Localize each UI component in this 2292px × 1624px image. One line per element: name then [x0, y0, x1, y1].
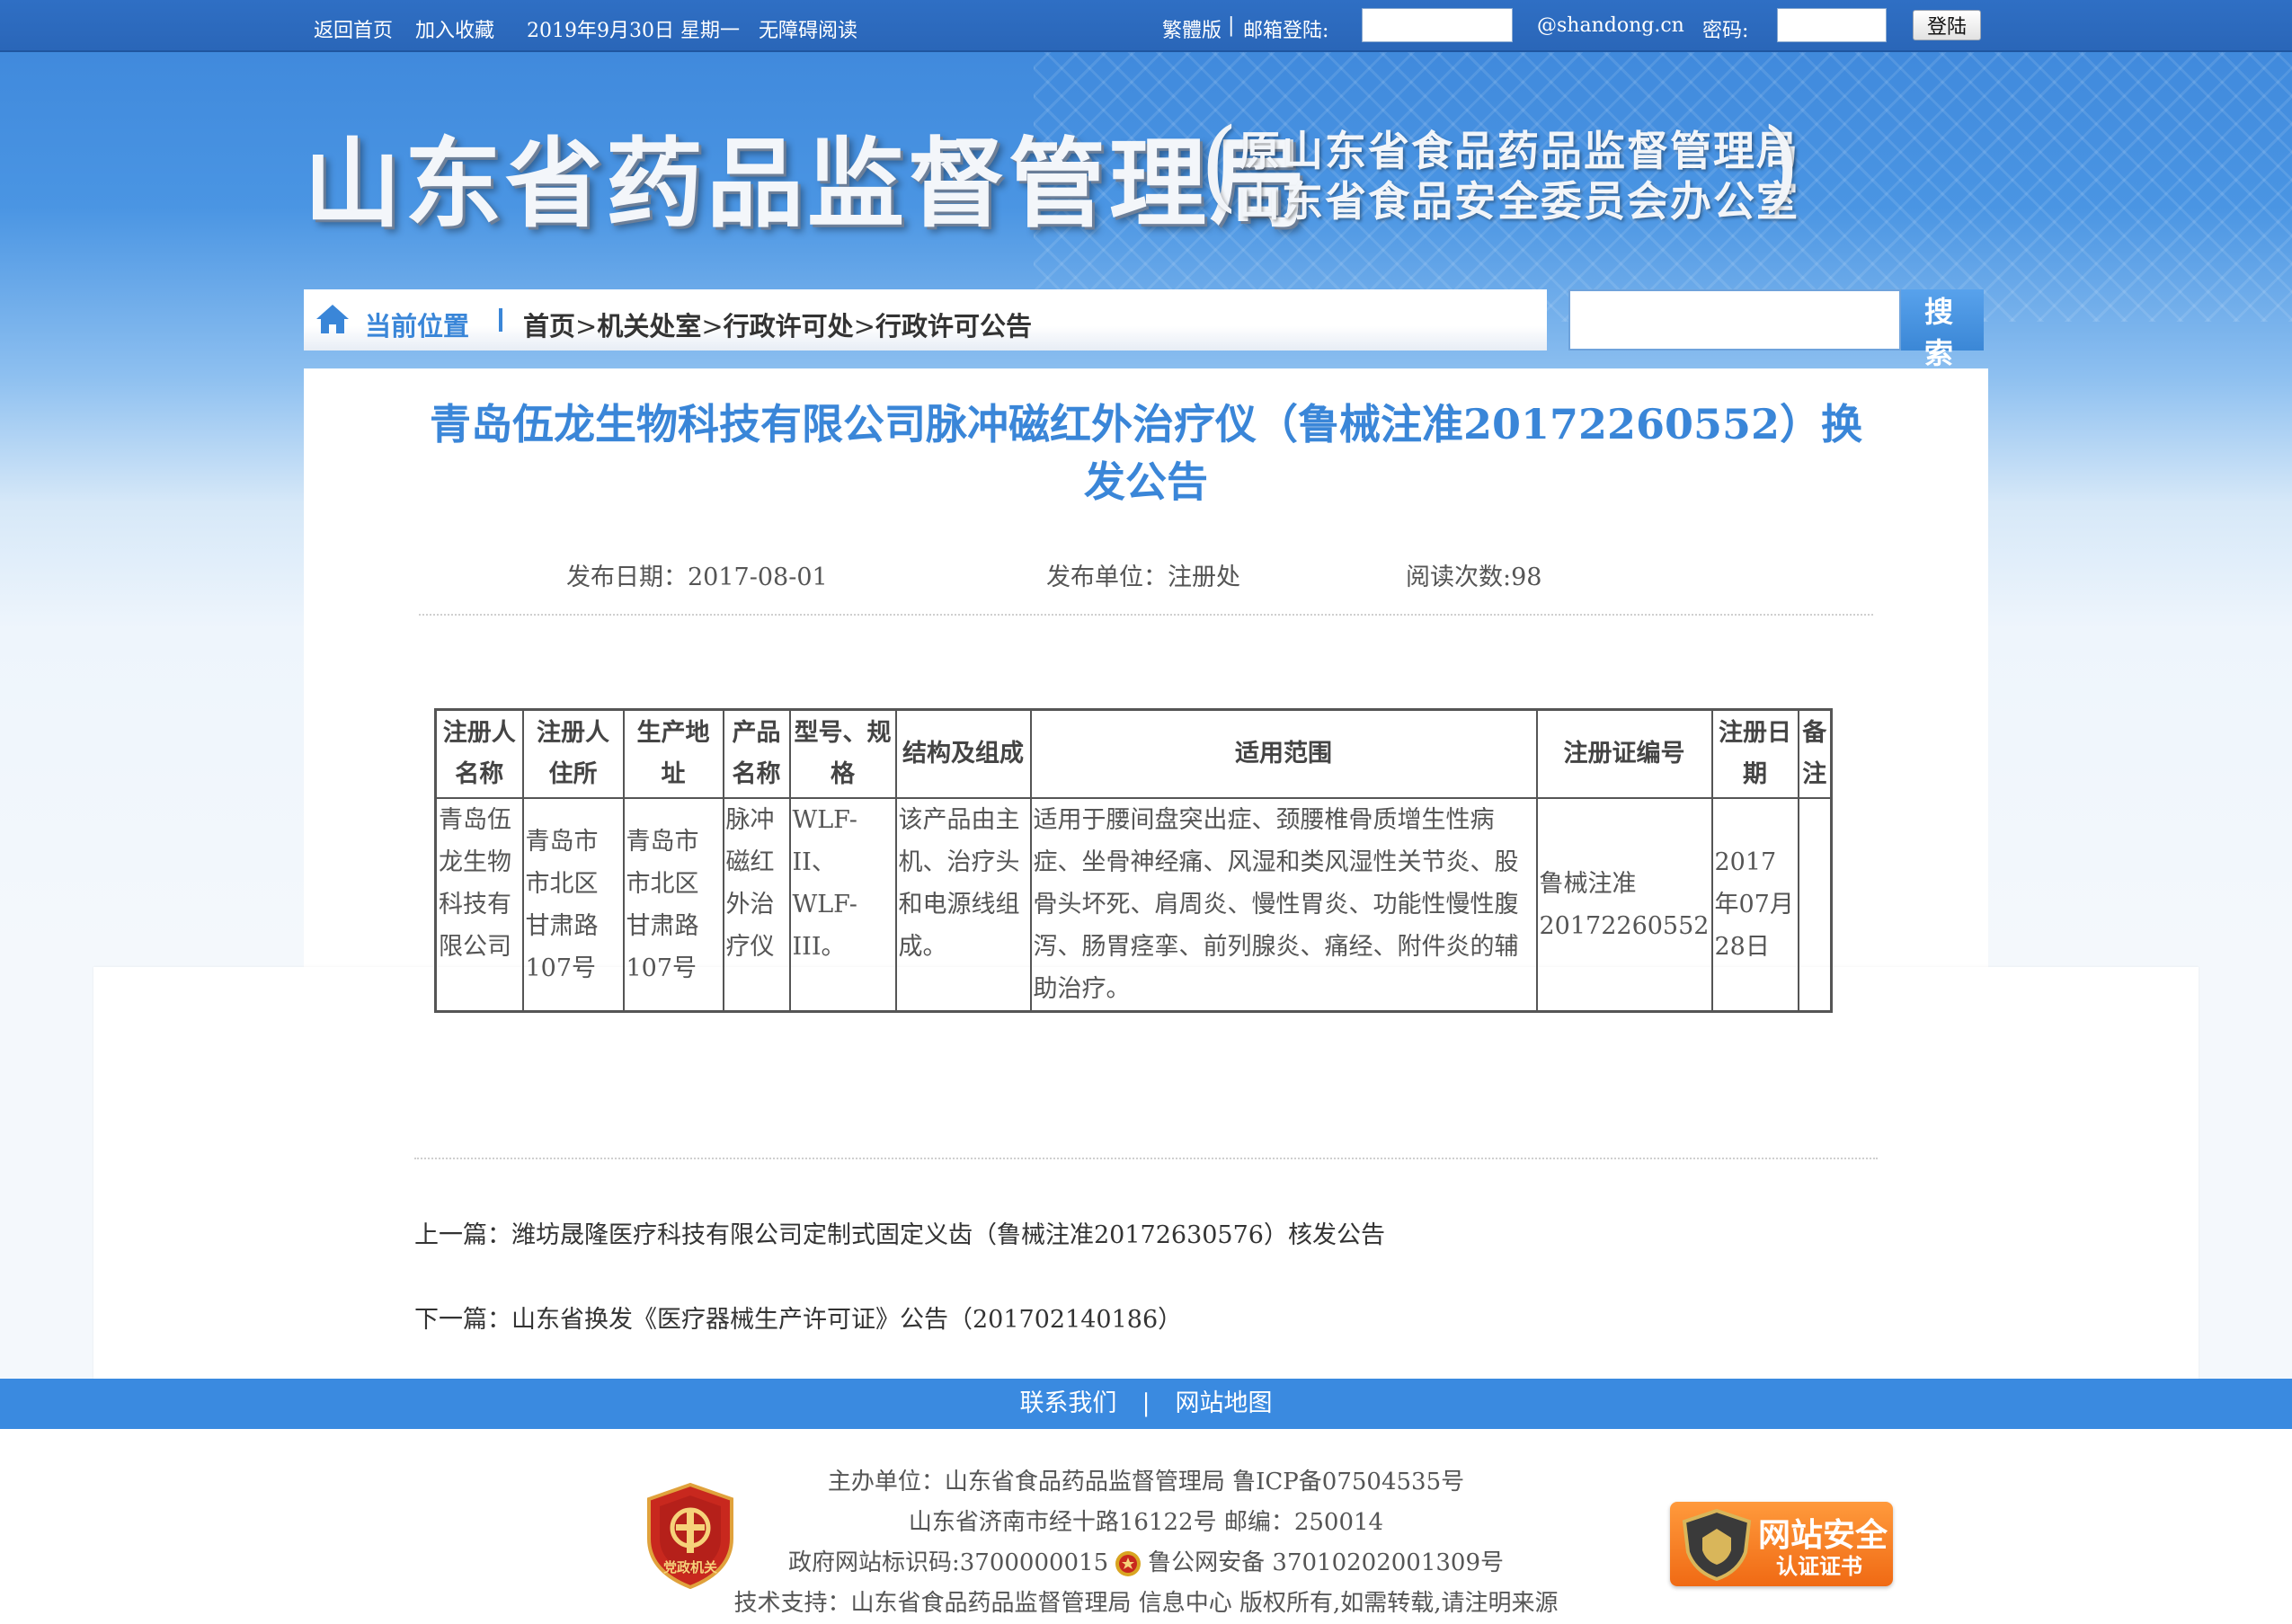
footer-nav-separator: |	[1142, 1389, 1150, 1417]
gov-site-id: 政府网站标识码:3700000015	[787, 1549, 1109, 1576]
cell-registrant-address: 青岛市市北区甘肃路107号	[521, 797, 625, 1013]
breadcrumb-path: 首页>机关处室>行政许可处>行政许可公告	[523, 306, 1032, 343]
breadcrumb-departments[interactable]: 机关处室	[597, 311, 701, 342]
accessible-reading-link[interactable]: 无障碍阅读	[759, 14, 857, 43]
registration-table: 注册人名称 注册人住所 生产地址 产品名称 型号、规格 结构及组成 适用范围 注…	[434, 708, 1833, 1013]
site-security-certificate[interactable]: 网站安全 认证证书	[1670, 1502, 1893, 1586]
top-bar: 返回首页 加入收藏 2019年9月30日 星期一 无障碍阅读 繁體版 | 邮箱登…	[0, 0, 2292, 52]
cell-scope: 适用于腰间盘突出症、颈腰椎骨质增生性病症、坐骨神经痛、风湿和类风湿性关节炎、股骨…	[1029, 797, 1538, 1013]
cell-remark	[1797, 797, 1833, 1013]
col-header-scope: 适用范围	[1029, 708, 1538, 799]
col-header-production-address: 生产地址	[622, 708, 724, 799]
prev-article-link[interactable]: 潍坊晟隆医疗科技有限公司定制式固定义齿（鲁械注准20172630576）核发公告	[511, 1221, 1385, 1249]
view-count: 阅读次数:98	[1406, 564, 1542, 591]
next-article: 下一篇：山东省换发《医疗器械生产许可证》公告（201702140186）	[414, 1300, 1182, 1335]
cell-reg-date: 2017年07月28日	[1710, 797, 1799, 1013]
prev-article: 上一篇：潍坊晟隆医疗科技有限公司定制式固定义齿（鲁械注准20172630576）…	[414, 1215, 1385, 1250]
meta-divider	[419, 614, 1873, 616]
site-subtitle-2: 山东省食品安全委员会办公室	[1239, 177, 1799, 226]
footer-support: 技术支持：山东省食品药品监督管理局 信息中心 版权所有,如需转载,请注明来源	[733, 1590, 1559, 1617]
col-header-model-spec: 型号、规格	[788, 708, 897, 799]
breadcrumb-label: 当前位置	[365, 311, 470, 342]
mail-domain-label: @shandong.cn	[1537, 14, 1684, 37]
mail-password-input[interactable]	[1777, 8, 1887, 42]
footer-nav-bar: 联系我们 | 网站地图	[0, 1379, 2292, 1429]
col-header-remark: 备注	[1797, 708, 1833, 799]
publish-date: 发布日期：2017-08-01	[566, 564, 828, 591]
footer-address: 山东省济南市经十路16122号 邮编：250014	[908, 1509, 1384, 1536]
col-header-reg-date: 注册日期	[1710, 708, 1799, 799]
security-cert-subtitle: 认证证书	[1776, 1554, 1862, 1579]
table-header-row: 注册人名称 注册人住所 生产地址 产品名称 型号、规格 结构及组成 适用范围 注…	[434, 708, 1833, 799]
prev-article-label: 上一篇：	[414, 1221, 511, 1249]
site-search-input[interactable]	[1568, 289, 1901, 351]
col-header-registrant-address: 注册人住所	[521, 708, 625, 799]
home-icon	[316, 305, 349, 333]
col-header-registrant: 注册人名称	[434, 708, 524, 799]
contact-us-link[interactable]: 联系我们	[1019, 1389, 1116, 1417]
cell-production-address: 青岛市市北区甘肃路107号	[622, 797, 724, 1013]
password-label: 密码:	[1702, 20, 1749, 42]
police-badge-icon	[1115, 1551, 1142, 1576]
add-favorite-link[interactable]: 加入收藏	[415, 14, 494, 43]
site-title: 山东省药品监督管理局	[304, 128, 1311, 241]
breadcrumb-divider	[499, 308, 502, 332]
article-title: 青岛伍龙生物科技有限公司脉冲磁红外治疗仪（鲁械注准20172260552）换发公…	[429, 400, 1863, 506]
mail-login-label: 邮箱登陆:	[1243, 20, 1329, 42]
nav-divider	[414, 1158, 1878, 1159]
sitemap-link[interactable]: 网站地图	[1176, 1389, 1273, 1417]
next-article-label: 下一篇：	[414, 1306, 511, 1334]
cell-product-name: 脉冲磁红外治疗仪	[722, 797, 791, 1013]
cell-certificate-no: 鲁械注准20172260552	[1535, 797, 1713, 1013]
table-row: 青岛伍龙生物科技有限公司 青岛市市北区甘肃路107号 青岛市市北区甘肃路107号…	[434, 797, 1833, 1013]
login-button[interactable]: 登陆	[1913, 10, 1981, 40]
breadcrumb-sep: >	[701, 311, 724, 342]
police-record-link[interactable]: 鲁公网安备 37010202001309号	[1148, 1549, 1504, 1576]
footer-registration: 政府网站标识码:3700000015 鲁公网安备 37010202001309号	[0, 1544, 2292, 1578]
mail-username-input[interactable]	[1362, 8, 1513, 42]
breadcrumb-sep: >	[575, 311, 598, 342]
col-header-product-name: 产品名称	[722, 708, 791, 799]
col-header-structure: 结构及组成	[894, 708, 1032, 799]
breadcrumb-admin-permit-office[interactable]: 行政许可处	[724, 311, 854, 342]
traditional-chinese-link[interactable]: 繁體版	[1162, 14, 1222, 43]
breadcrumb: 当前位置 首页>机关处室>行政许可处>行政许可公告	[304, 289, 1547, 351]
search-button[interactable]: 搜 索	[1901, 289, 1984, 370]
next-article-link[interactable]: 山东省换发《医疗器械生产许可证》公告（201702140186）	[511, 1306, 1182, 1334]
home-link[interactable]: 返回首页	[314, 14, 393, 43]
topbar-separator: |	[1228, 14, 1235, 37]
subtitle-bracket-open: (	[1200, 107, 1239, 222]
breadcrumb-sep: >	[853, 311, 875, 342]
current-date: 2019年9月30日 星期一	[527, 20, 740, 42]
breadcrumb-admin-permit-notice[interactable]: 行政许可公告	[875, 311, 1032, 342]
publisher: 发布单位：注册处	[1046, 564, 1240, 591]
cell-model-spec: WLF-II、WLF-III。	[788, 797, 897, 1013]
subtitle-bracket-close: )	[1762, 107, 1800, 222]
breadcrumb-home[interactable]: 首页	[523, 311, 575, 342]
col-header-certificate-no: 注册证编号	[1535, 708, 1713, 799]
cell-structure: 该产品由主机、治疗头和电源线组成。	[894, 797, 1032, 1013]
cell-registrant: 青岛伍龙生物科技有限公司	[434, 797, 524, 1013]
shield-icon	[1682, 1508, 1752, 1581]
footer-sponsor: 主办单位：山东省食品药品监督管理局 鲁ICP备07504535号	[827, 1469, 1465, 1495]
